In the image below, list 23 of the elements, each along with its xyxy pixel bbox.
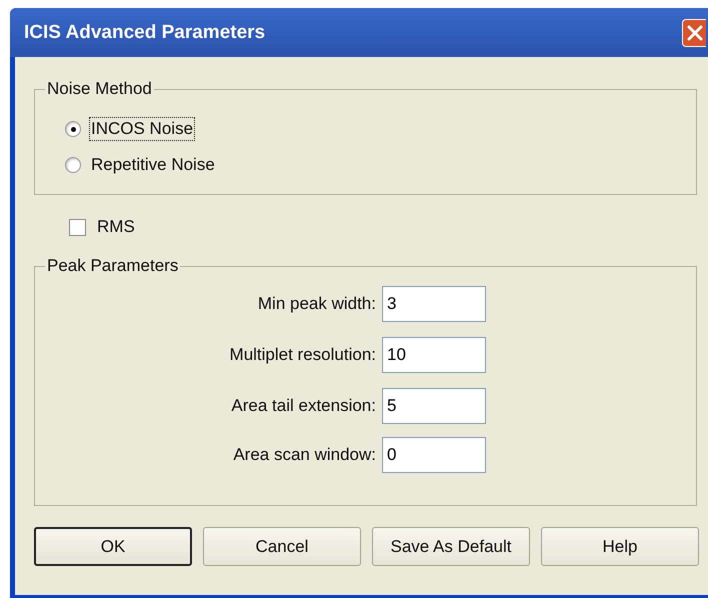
radio-label[interactable]: INCOS Noise [89,117,196,141]
input-field[interactable]: 5 [382,388,486,424]
input-field[interactable]: 0 [382,437,486,473]
field-label: Area tail extension: [231,396,376,416]
input-field[interactable]: 3 [382,286,486,322]
radio-button[interactable] [65,121,81,137]
radio-button[interactable] [65,157,81,173]
field-label: Area scan window: [233,445,376,465]
field-label: Min peak width: [258,294,376,314]
close-button[interactable] [682,18,706,46]
dialog-button[interactable]: OK [34,527,192,566]
radio-label[interactable]: Repetitive Noise [89,153,217,177]
close-icon [686,24,704,42]
dialog-button[interactable]: Help [541,527,699,566]
input-field[interactable]: 10 [382,337,486,373]
group-label: Peak Parameters [46,256,180,276]
dialog-button[interactable]: Save As Default [372,527,530,566]
field-label: Multiplet resolution: [230,345,376,365]
checkbox-label[interactable]: RMS [97,217,135,237]
window-title: ICIS Advanced Parameters [24,22,266,44]
group-label: Noise Method [46,79,153,99]
checkbox[interactable] [69,218,86,236]
dialog-button[interactable]: Cancel [203,527,361,566]
